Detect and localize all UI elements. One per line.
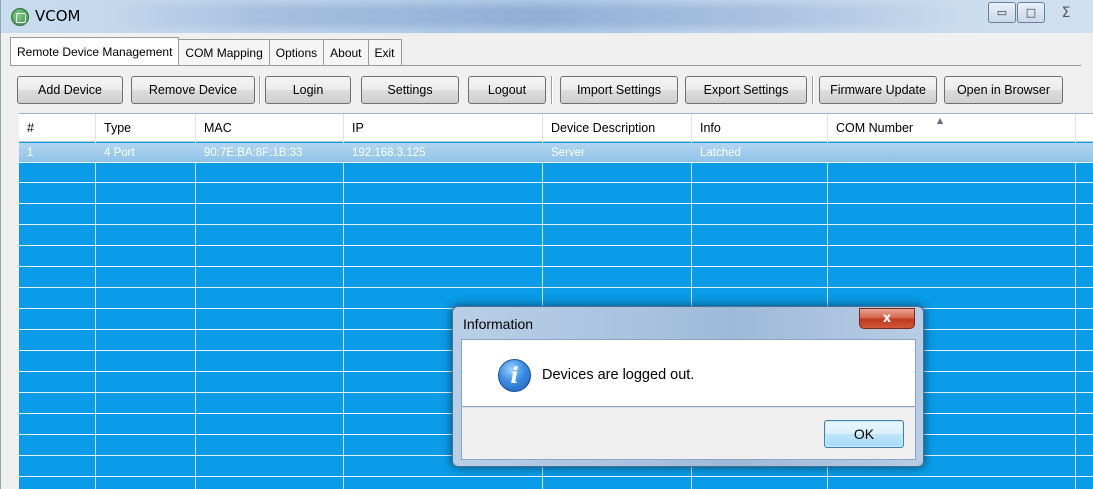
dialog-message: Devices are logged out. [542,367,695,383]
tab-remote-device-management[interactable]: Remote Device Management [10,37,180,65]
toolbar-separator [551,76,553,104]
grid-header: # Type MAC IP Device Description Info CO… [19,114,1093,142]
empty-row [19,268,1093,288]
main-tabs: Remote Device Management COM Mapping Opt… [10,37,402,65]
toolbar-separator [812,76,814,104]
empty-row [19,163,1093,183]
toolbar-separator [259,76,261,104]
window-controls: ▭ □ Σ [987,2,1086,23]
maximize-button[interactable]: □ [1017,2,1045,23]
empty-row [19,226,1093,246]
sort-ascending-icon: ▲ [937,116,944,125]
open-in-browser-button[interactable]: Open in Browser [944,76,1063,104]
dialog-close-button[interactable]: x [859,308,915,329]
cell-com-number [828,143,1076,163]
column-header-ip[interactable]: IP [344,114,543,142]
cell-type: 4 Port [104,147,135,159]
tab-options[interactable]: Options [268,39,325,65]
title-bar-glass [101,4,961,28]
empty-row [19,184,1093,204]
tab-divider [10,65,1081,66]
column-header-info[interactable]: Info [692,114,828,142]
cell-mac: 90:7E:BA:8F:1B:33 [204,147,303,159]
empty-row [19,247,1093,267]
export-settings-button[interactable]: Export Settings [685,76,807,104]
window-title: VCOM [35,7,81,25]
import-settings-button[interactable]: Import Settings [560,76,678,104]
add-device-button[interactable]: Add Device [17,76,123,104]
remove-device-button[interactable]: Remove Device [131,76,255,104]
column-header-number[interactable]: # [19,114,96,142]
column-header-device-description[interactable]: Device Description [543,114,692,142]
tab-about[interactable]: About [323,39,369,65]
column-header-com-number[interactable]: COM Number [828,114,1076,142]
cell-ip: 192.168.3.125 [352,147,426,159]
title-bar[interactable]: VCOM ▭ □ Σ [1,0,1093,33]
dialog-footer: OK [461,407,916,460]
column-header-type[interactable]: Type [96,114,196,142]
column-header-mac[interactable]: MAC [196,114,344,142]
login-button[interactable]: Login [265,76,351,104]
tab-com-mapping[interactable]: COM Mapping [178,39,270,65]
cell-number: 1 [27,147,34,159]
vcom-window: VCOM ▭ □ Σ Remote Device Management COM … [0,0,1093,489]
vcom-app-icon [11,8,29,26]
cell-device-description: Server [551,147,585,159]
tab-exit[interactable]: Exit [367,39,402,65]
minimize-button[interactable]: ▭ [988,2,1016,23]
settings-button[interactable]: Settings [361,76,459,104]
firmware-update-button[interactable]: Firmware Update [819,76,937,104]
cell-info: Latched [700,147,741,159]
dialog-body: i Devices are logged out. [461,339,916,407]
information-dialog: Information x i Devices are logged out. … [452,306,924,467]
logout-button[interactable]: Logout [468,76,546,104]
information-icon: i [498,359,531,392]
close-window-button[interactable]: Σ [1046,2,1086,23]
dialog-title: Information [463,316,534,332]
table-row[interactable]: 1 4 Port 90:7E:BA:8F:1B:33 192.168.3.125… [19,143,1093,163]
ok-button[interactable]: OK [824,420,904,448]
empty-row [19,205,1093,225]
